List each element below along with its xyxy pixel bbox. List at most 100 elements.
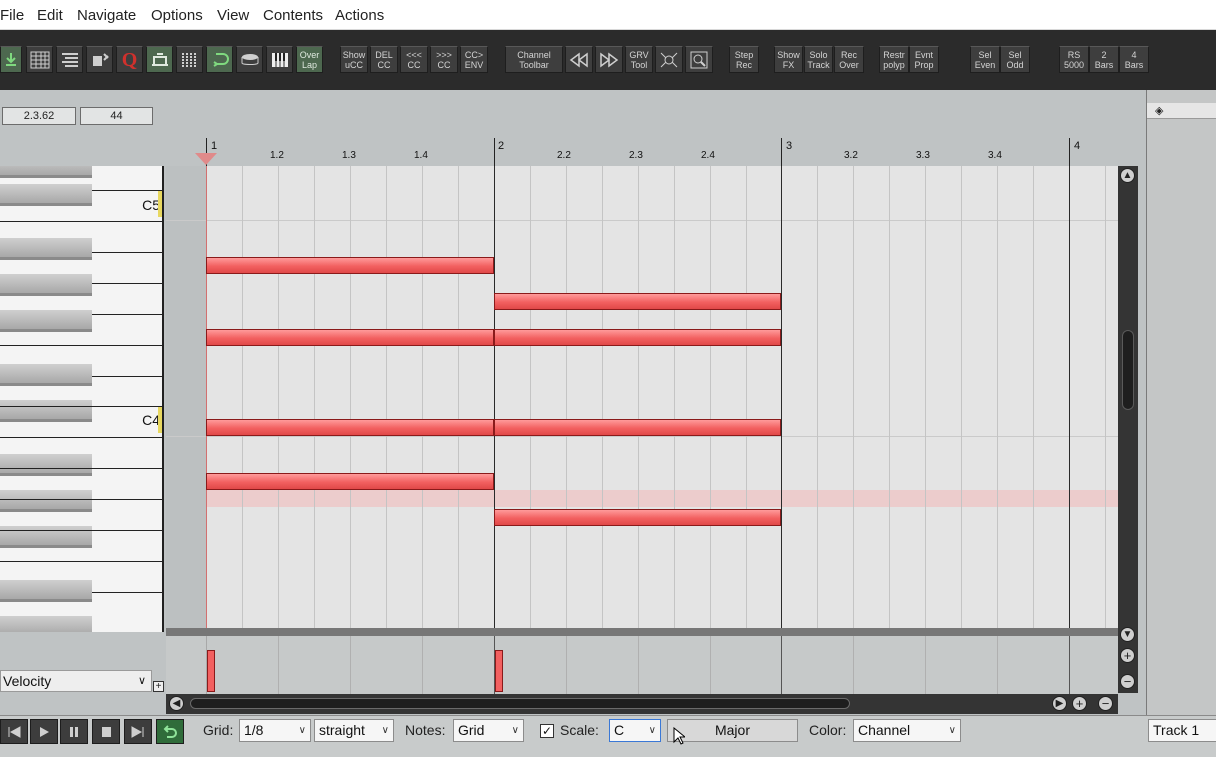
diamond-icon[interactable]: ◈	[1155, 104, 1163, 117]
black-key[interactable]	[0, 454, 92, 476]
menu-file[interactable]: File	[0, 7, 24, 24]
zoom-fit-icon[interactable]	[655, 46, 683, 73]
pause-icon[interactable]	[60, 719, 88, 744]
drum-map-icon[interactable]	[86, 46, 113, 73]
playhead-marker[interactable]	[195, 153, 217, 165]
piano-roll-view-icon[interactable]	[26, 46, 53, 73]
menu-actions[interactable]: Actions	[335, 7, 384, 24]
lane-grid-line	[566, 636, 567, 694]
scale-root-dropdown[interactable]: C ∨	[609, 719, 661, 742]
list-view-icon[interactable]	[56, 46, 83, 73]
vertical-scrollbar[interactable]: ▲ ▼ + −	[1118, 166, 1138, 693]
channel-toolbar-button[interactable]: Channel Toolbar	[505, 46, 563, 73]
drum-icon[interactable]	[236, 46, 263, 73]
piano-keyboard[interactable]: C5 C4	[0, 166, 164, 632]
menu-edit[interactable]: Edit	[37, 7, 63, 24]
del-cc-button[interactable]: DEL CC	[370, 46, 398, 73]
loop-icon[interactable]	[206, 46, 233, 73]
black-key[interactable]	[0, 616, 92, 632]
zoom-out-icon[interactable]: −	[1120, 674, 1135, 689]
grid-lines-icon[interactable]	[176, 46, 203, 73]
stop-icon[interactable]	[92, 719, 120, 744]
black-key[interactable]	[0, 166, 92, 178]
grid-dropdown[interactable]: 1/8 ∨	[239, 719, 311, 742]
scroll-left-icon[interactable]: ◀	[169, 696, 184, 711]
grid-line	[422, 166, 423, 628]
next-cc-button[interactable]: >>> CC	[430, 46, 458, 73]
two-bars-button[interactable]: 2 Bars	[1089, 46, 1119, 73]
black-key[interactable]	[0, 310, 92, 332]
add-lane-icon[interactable]: +	[153, 681, 164, 692]
show-fx-button[interactable]: Show FX	[774, 46, 803, 73]
piano-keys-icon[interactable]	[266, 46, 293, 73]
snap-icon[interactable]	[146, 46, 173, 73]
zoom-icon[interactable]	[685, 46, 713, 73]
black-key[interactable]	[0, 184, 92, 206]
note-velocity-field[interactable]: 44	[80, 107, 153, 125]
midi-note[interactable]	[206, 329, 494, 346]
evnt-prop-button[interactable]: Evnt Prop	[909, 46, 939, 73]
quantize-icon[interactable]: Q	[116, 46, 143, 73]
black-key[interactable]	[0, 274, 92, 296]
sel-even-button[interactable]: Sel Even	[970, 46, 1000, 73]
menu-view[interactable]: View	[217, 7, 249, 24]
four-bars-button[interactable]: 4 Bars	[1119, 46, 1149, 73]
overlap-button[interactable]: Over Lap	[296, 46, 323, 73]
play-icon[interactable]	[30, 719, 58, 744]
track-name-field[interactable]: Track 1	[1148, 719, 1216, 742]
horizontal-scrollbar[interactable]: ◀ ▶ + −	[166, 694, 1118, 714]
scroll-right-icon[interactable]: ▶	[1052, 696, 1067, 711]
black-key[interactable]	[0, 364, 92, 386]
cc-env-button[interactable]: CC> ENV	[460, 46, 488, 73]
note-grid[interactable]	[166, 166, 1118, 628]
vertical-scroll-thumb[interactable]	[1122, 330, 1134, 410]
rs-5000-button[interactable]: RS 5000	[1059, 46, 1089, 73]
scroll-down-icon[interactable]: ▼	[1120, 627, 1135, 642]
show-ucc-button[interactable]: Show uCC	[340, 46, 368, 73]
black-key[interactable]	[0, 490, 92, 512]
black-key[interactable]	[0, 400, 92, 422]
scale-type-button[interactable]: Major	[667, 719, 798, 742]
notes-dropdown[interactable]: Grid ∨	[453, 719, 524, 742]
zoom-in-icon[interactable]: +	[1120, 648, 1135, 663]
menu-navigate[interactable]: Navigate	[77, 7, 136, 24]
rec-over-button[interactable]: Rec Over	[834, 46, 864, 73]
black-key[interactable]	[0, 580, 92, 602]
velocity-bar[interactable]	[495, 650, 503, 692]
step-rec-button[interactable]: Step Rec	[729, 46, 759, 73]
color-dropdown[interactable]: Channel ∨	[853, 719, 961, 742]
menu-contents[interactable]: Contents	[263, 7, 323, 24]
solo-track-button[interactable]: Solo Track	[804, 46, 833, 73]
black-key[interactable]	[0, 238, 92, 260]
velocity-lane[interactable]	[166, 636, 1118, 694]
go-to-start-icon[interactable]	[0, 719, 28, 744]
velocity-bar[interactable]	[207, 650, 215, 692]
midi-note[interactable]	[493, 329, 781, 346]
midi-note[interactable]	[206, 257, 494, 274]
midi-note[interactable]	[493, 293, 781, 310]
scroll-up-icon[interactable]: ▲	[1120, 168, 1135, 183]
insert-note-icon[interactable]	[0, 46, 22, 73]
sel-odd-button[interactable]: Sel Odd	[1000, 46, 1030, 73]
midi-note[interactable]	[206, 419, 494, 436]
midi-note[interactable]	[206, 473, 494, 490]
menu-options[interactable]: Options	[151, 7, 203, 24]
midi-note[interactable]	[493, 509, 781, 526]
scale-checkbox[interactable]: ✓	[540, 724, 554, 738]
cc-lane-selector[interactable]: Velocity ∨	[0, 670, 152, 692]
prev-cc-button[interactable]: <<< CC	[400, 46, 428, 73]
repeat-icon[interactable]	[156, 719, 184, 744]
rewind-icon[interactable]	[565, 46, 593, 73]
h-zoom-out-icon[interactable]: −	[1098, 696, 1113, 711]
timeline-ruler[interactable]: 1 1.2 1.3 1.4 2 2.2 2.3 2.4 3 3.2 3.3 3.…	[166, 134, 1118, 166]
restr-polyp-button[interactable]: Restr polyp	[879, 46, 909, 73]
go-to-end-icon[interactable]	[124, 719, 152, 744]
h-zoom-in-icon[interactable]: +	[1072, 696, 1087, 711]
forward-icon[interactable]	[595, 46, 623, 73]
midi-note[interactable]	[493, 419, 781, 436]
grv-tool-button[interactable]: GRV Tool	[625, 46, 653, 73]
grid-bottom-border[interactable]	[166, 628, 1118, 636]
note-position-field[interactable]: 2.3.62	[2, 107, 76, 125]
swing-dropdown[interactable]: straight ∨	[314, 719, 394, 742]
horizontal-scroll-thumb[interactable]	[190, 698, 850, 709]
